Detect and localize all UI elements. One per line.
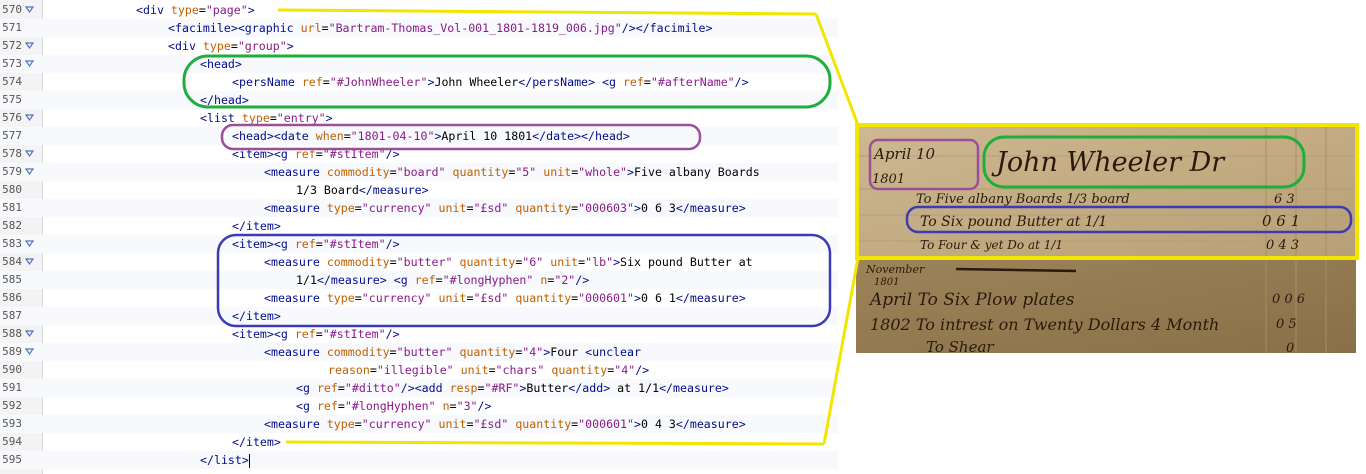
annotation-overlay xyxy=(182,8,1359,446)
purple-image-highlight xyxy=(868,138,980,191)
yellow-bottom-line xyxy=(285,440,825,446)
yellow-top-line xyxy=(277,8,817,16)
yellow-image-frame xyxy=(855,123,1359,260)
green-code-highlight xyxy=(182,54,832,109)
green-image-highlight xyxy=(982,135,1306,189)
purple-code-highlight xyxy=(220,123,702,151)
blue-image-highlight xyxy=(905,205,1353,234)
blue-code-highlight xyxy=(216,233,832,328)
